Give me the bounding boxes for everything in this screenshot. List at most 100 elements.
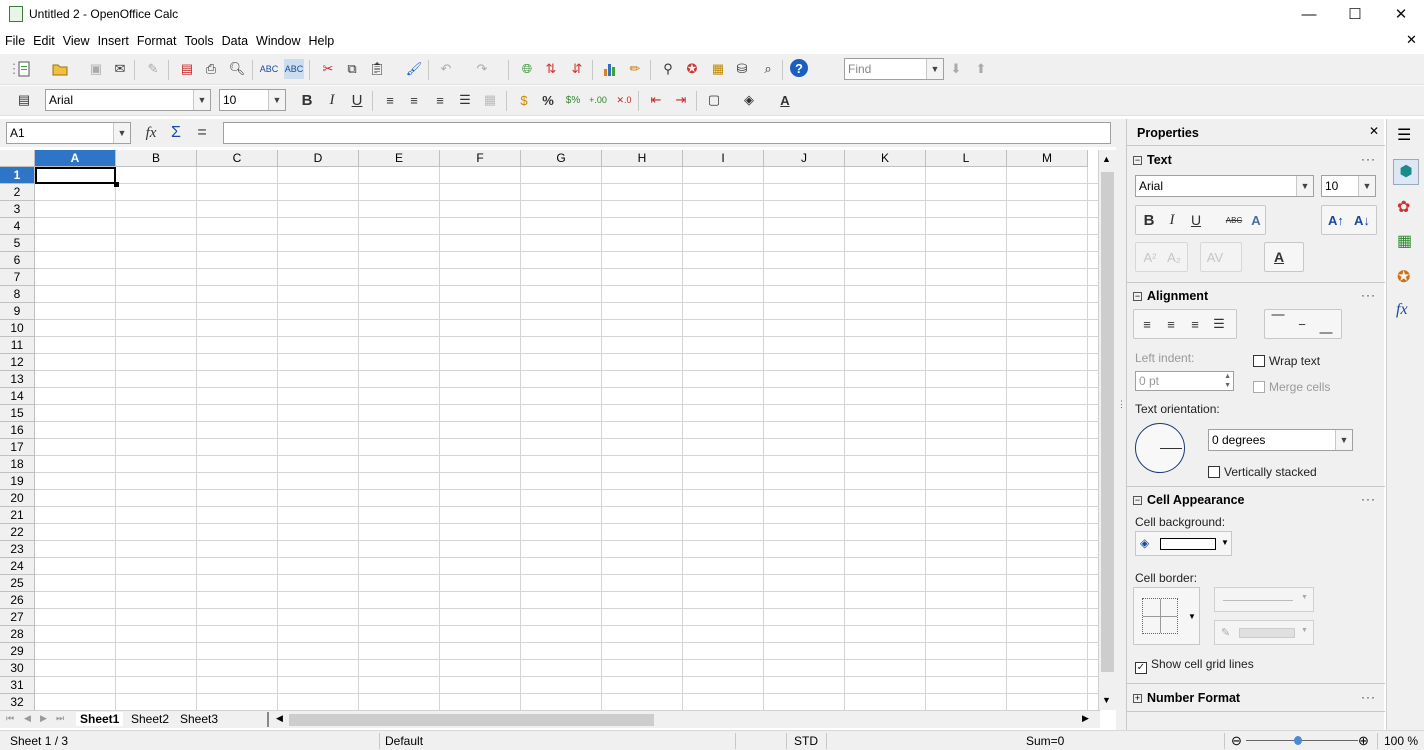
font-color-icon[interactable]: A	[775, 90, 795, 110]
help-icon[interactable]: ?	[790, 59, 808, 77]
strikethrough-icon[interactable]: ABC	[1224, 210, 1244, 230]
menu-format[interactable]: Format	[134, 31, 180, 48]
add-decimal-icon[interactable]: +.00	[588, 90, 608, 110]
spellcheck-icon[interactable]: ABC	[259, 59, 279, 79]
column-header-l[interactable]: L	[926, 150, 1007, 167]
vertically-stacked-box[interactable]	[1208, 466, 1220, 478]
last-sheet-icon[interactable]: ⏭	[56, 713, 64, 724]
sidebar-font-name[interactable]: Arial ▼	[1135, 175, 1314, 197]
cut-icon[interactable]: ✂	[318, 59, 338, 79]
data-sources-icon[interactable]: ⛁	[732, 59, 752, 79]
save-icon[interactable]: ▣	[86, 59, 106, 79]
left-indent-input[interactable]: 0 pt ▲ ▼	[1135, 371, 1234, 391]
alignment-section-header[interactable]: − Alignment	[1133, 289, 1208, 303]
menu-help[interactable]: Help	[306, 31, 338, 48]
collapse-icon[interactable]: −	[1133, 156, 1142, 165]
scroll-right-icon[interactable]: ▶	[1082, 713, 1089, 724]
column-header-b[interactable]: B	[116, 150, 197, 167]
row-header-11[interactable]: 11	[0, 337, 35, 354]
properties-deck-icon[interactable]: ⬢	[1393, 159, 1419, 185]
undo-icon[interactable]: ↶	[436, 59, 456, 79]
more-options-icon[interactable]: ···	[1361, 288, 1376, 302]
collapse-icon[interactable]: −	[1133, 496, 1142, 505]
row-header-14[interactable]: 14	[0, 388, 35, 405]
vertical-scroll-thumb[interactable]	[1101, 172, 1114, 672]
column-header-j[interactable]: J	[764, 150, 845, 167]
row-header-1[interactable]: 1	[0, 167, 35, 184]
row-header-23[interactable]: 23	[0, 541, 35, 558]
chevron-down-icon[interactable]: ▼	[193, 90, 210, 110]
vertically-stacked-checkbox[interactable]: Vertically stacked	[1208, 465, 1317, 479]
menu-data[interactable]: Data	[219, 31, 251, 48]
column-header-k[interactable]: K	[845, 150, 926, 167]
row-header-13[interactable]: 13	[0, 371, 35, 388]
row-header-10[interactable]: 10	[0, 320, 35, 337]
wrap-text-box[interactable]	[1253, 355, 1265, 367]
menu-edit[interactable]: Edit	[30, 31, 58, 48]
menu-tools[interactable]: Tools	[181, 31, 216, 48]
character-spacing-icon[interactable]: AV	[1205, 247, 1225, 267]
column-header-e[interactable]: E	[359, 150, 440, 167]
collapse-icon[interactable]: −	[1133, 292, 1142, 301]
column-header-g[interactable]: G	[521, 150, 602, 167]
name-box[interactable]: A1 ▼	[6, 122, 131, 144]
scroll-down-icon[interactable]: ▼	[1102, 695, 1111, 705]
align-right-icon[interactable]: ≡	[430, 90, 450, 110]
copy-icon[interactable]: ⧉	[342, 59, 362, 79]
chart-icon[interactable]	[600, 59, 620, 79]
redo-icon[interactable]: ↷	[472, 59, 492, 79]
spin-icon[interactable]: ▲ ▼	[1224, 372, 1231, 390]
zoom-out-icon[interactable]: ⊖	[1231, 733, 1242, 749]
row-header-31[interactable]: 31	[0, 677, 35, 694]
row-header-19[interactable]: 19	[0, 473, 35, 490]
zoom-icon[interactable]: ⌕	[758, 59, 778, 79]
sidebar-italic-icon[interactable]: I	[1162, 210, 1182, 230]
increase-indent-icon[interactable]: ⇥	[671, 90, 691, 110]
row-header-2[interactable]: 2	[0, 184, 35, 201]
sort-ascending-icon[interactable]: ⇅	[541, 59, 561, 79]
chevron-down-icon[interactable]: ▼	[1188, 612, 1196, 621]
border-color-select[interactable]: ✎ ▼	[1214, 620, 1314, 645]
format-paintbrush-icon[interactable]: 🖌︎	[404, 59, 424, 79]
chevron-down-icon[interactable]: ▼	[1221, 538, 1229, 547]
decrease-font-icon[interactable]: A↓	[1352, 210, 1372, 230]
show-grid-lines-box[interactable]: ✓	[1135, 662, 1147, 674]
zoom-slider-thumb[interactable]	[1294, 736, 1302, 745]
align-center-icon[interactable]: ≡	[404, 90, 424, 110]
email-icon[interactable]: ✉	[110, 59, 130, 79]
row-header-28[interactable]: 28	[0, 626, 35, 643]
borders-icon[interactable]: ▢	[704, 90, 724, 110]
decrease-indent-icon[interactable]: ⇤	[646, 90, 666, 110]
underline-button[interactable]: U	[347, 90, 367, 110]
row-header-12[interactable]: 12	[0, 354, 35, 371]
select-all-corner[interactable]	[0, 150, 35, 167]
align-bottom-icon[interactable]: ⎽	[1316, 317, 1336, 337]
vertical-scrollbar[interactable]: ▲ ▼	[1098, 150, 1116, 710]
navigator-deck-icon[interactable]: ✪	[1397, 267, 1410, 287]
export-pdf-icon[interactable]: ▤	[177, 59, 197, 79]
sidebar-align-left-icon[interactable]: ≡	[1137, 314, 1157, 334]
orientation-select[interactable]: 0 degrees ▼	[1208, 429, 1353, 451]
row-header-8[interactable]: 8	[0, 286, 35, 303]
zoom-slider[interactable]	[1246, 740, 1358, 741]
sidebar-justify-icon[interactable]: ☰	[1209, 314, 1229, 334]
row-header-18[interactable]: 18	[0, 456, 35, 473]
close-document-button[interactable]: ✕	[1406, 32, 1417, 48]
edit-file-icon[interactable]: ✎	[143, 59, 163, 79]
row-header-24[interactable]: 24	[0, 558, 35, 575]
number-format-section-header[interactable]: + Number Format	[1133, 691, 1240, 705]
page-style[interactable]: Default	[385, 734, 423, 748]
horizontal-scroll-thumb[interactable]	[289, 714, 654, 726]
column-header-c[interactable]: C	[197, 150, 278, 167]
wrap-text-checkbox[interactable]: Wrap text	[1253, 354, 1320, 368]
row-header-5[interactable]: 5	[0, 235, 35, 252]
italic-button[interactable]: I	[322, 90, 342, 110]
splitter-grip-icon[interactable]: ⋮	[1117, 399, 1126, 410]
merge-cells-box[interactable]	[1253, 381, 1265, 393]
open-folder-icon[interactable]	[50, 59, 70, 79]
align-left-icon[interactable]: ≡	[380, 90, 400, 110]
row-header-20[interactable]: 20	[0, 490, 35, 507]
close-button[interactable]: ✕	[1378, 0, 1424, 30]
justify-icon[interactable]: ☰	[455, 90, 475, 110]
row-header-26[interactable]: 26	[0, 592, 35, 609]
